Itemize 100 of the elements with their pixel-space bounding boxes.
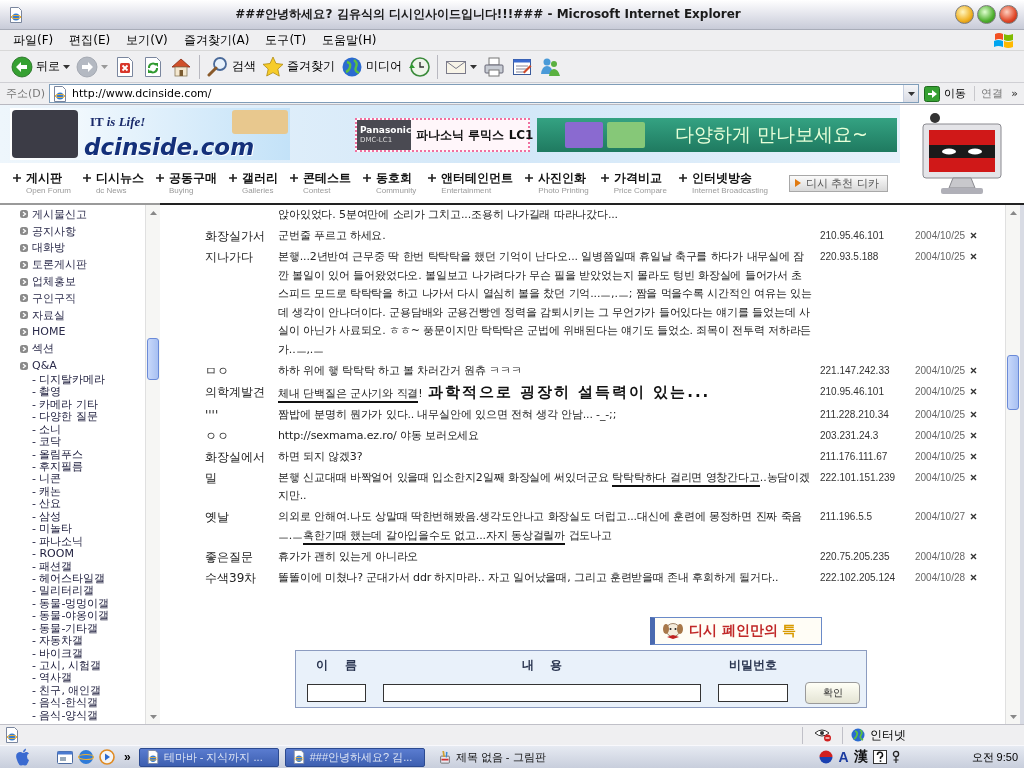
nav-link[interactable]: 사진인화 <box>538 170 589 186</box>
submit-button[interactable]: 확인 <box>805 682 860 704</box>
sidebar-subitem[interactable]: - 역사갤 <box>20 672 145 685</box>
sidebar-subitem[interactable]: - 밀리터리갤 <box>20 585 145 598</box>
nav-link[interactable]: 갤러리 <box>241 170 278 186</box>
media-button[interactable]: 미디어 <box>338 51 405 82</box>
more-button[interactable]: » <box>1009 87 1020 100</box>
sidebar-subitem[interactable]: - 자동차갤 <box>20 635 145 648</box>
maximize-button[interactable] <box>977 5 996 24</box>
menu-item[interactable]: 도움말(H) <box>314 31 385 49</box>
sidebar-item[interactable]: 게시물신고 <box>20 206 145 223</box>
recommend-button[interactable]: 디시 추천 디카 <box>789 174 888 192</box>
sidebar-item[interactable]: Q&A <box>20 357 145 374</box>
sidebar-subitem[interactable]: - 음식-양식갤 <box>20 709 145 723</box>
sidebar-subitem[interactable]: - 패션갤 <box>20 560 145 573</box>
cross-icon[interactable] <box>970 513 977 520</box>
sidebar-subitem[interactable]: - 동물-기타갤 <box>20 622 145 636</box>
more-button[interactable]: » <box>120 750 135 764</box>
menu-item[interactable]: 즐겨찾기(A) <box>175 31 258 49</box>
search-button[interactable]: 검색 <box>204 51 259 82</box>
sidebar-subitem[interactable]: - 동물-멍멍이갤 <box>20 597 145 611</box>
favorites-button[interactable]: 즐겨찾기 <box>259 51 338 82</box>
sidebar-subitem[interactable]: - 고시, 시험갤 <box>20 660 145 673</box>
sidebar-subitem[interactable]: - 소니 <box>20 423 145 437</box>
back-button[interactable]: 뒤로 <box>8 51 73 82</box>
play-icon[interactable] <box>99 749 115 765</box>
female-sign-icon[interactable] <box>891 750 900 764</box>
sidebar-item[interactable]: 토론게시판 <box>20 256 145 274</box>
sidebar-subitem[interactable]: - 파나소닉 <box>20 535 145 549</box>
window-icon[interactable] <box>57 749 73 765</box>
dropdown-button[interactable] <box>903 85 919 102</box>
sidebar-subitem[interactable]: - 음식-한식갤 <box>20 697 145 710</box>
sidebar-subitem[interactable]: - 코닥 <box>20 436 145 449</box>
apple-icon[interactable] <box>15 748 31 766</box>
task-button[interactable]: 테마바 - 지식까지 ... <box>138 747 279 767</box>
sidebar-item[interactable]: 대화방 <box>20 239 145 257</box>
name-input[interactable] <box>307 684 366 702</box>
sidebar-subitem[interactable]: - 후지필름 <box>20 461 145 474</box>
sidebar-subitem[interactable]: - 촬영 <box>20 386 145 399</box>
menu-item[interactable]: 도구(T) <box>257 31 315 49</box>
go-button[interactable]: 이동 <box>919 85 975 102</box>
menu-item[interactable]: 보기(V) <box>118 31 176 49</box>
sidebar-subitem[interactable]: - 미놀타 <box>20 523 145 536</box>
nav-link[interactable]: 가격비교 <box>613 170 667 186</box>
cross-icon[interactable] <box>970 552 977 560</box>
minimize-button[interactable] <box>955 5 974 24</box>
hanja-indicator[interactable]: 漢 <box>853 748 868 766</box>
sidebar-subitem[interactable]: - 디지탈카메라 <box>20 373 145 387</box>
input-mode-indicator[interactable]: A <box>838 749 849 765</box>
nav-link[interactable]: 콘테스트 <box>302 170 351 186</box>
sidebar-item[interactable]: 섹션 <box>20 340 145 358</box>
scroll-thumb[interactable] <box>1007 355 1019 410</box>
address-field[interactable]: http://www.dcinside.com/ <box>49 84 920 103</box>
nav-link[interactable]: 게시판 <box>26 170 71 186</box>
menu-item[interactable]: 파일(F) <box>5 31 62 49</box>
sidebar-subitem[interactable]: - 다양한 질문 <box>20 411 145 424</box>
logo-banner[interactable]: IT is Life! dcinside.com <box>10 108 290 160</box>
sidebar-item[interactable]: 구인구직 <box>20 290 145 307</box>
sidebar-subitem[interactable]: - 삼성 <box>20 510 145 524</box>
sidebar-subitem[interactable]: - 동물-야옹이갤 <box>20 610 145 623</box>
help-icon[interactable] <box>872 750 887 764</box>
cross-icon[interactable] <box>970 387 977 395</box>
content-input[interactable] <box>383 684 701 702</box>
cross-icon[interactable] <box>970 452 977 460</box>
password-input[interactable] <box>718 684 788 702</box>
sidebar-item[interactable]: 자료실 <box>20 306 145 324</box>
close-button[interactable] <box>999 5 1018 24</box>
nav-link[interactable]: 공동구매 <box>168 170 217 186</box>
nav-link[interactable]: 디시뉴스 <box>95 170 144 186</box>
promo-banner[interactable]: 디시 폐인만의 특 <box>650 617 822 645</box>
sidebar-subitem[interactable]: - 올림푸스 <box>20 448 145 462</box>
sidebar-subitem[interactable]: - 산요 <box>20 498 145 511</box>
ad-banner[interactable]: 다양하게 만나보세요~ <box>537 118 897 152</box>
sidebar-item[interactable]: HOME <box>20 323 145 341</box>
sidebar-subitem[interactable]: - 니콘 <box>20 473 145 486</box>
sidebar-subitem[interactable]: - 캐논 <box>20 485 145 499</box>
links-button[interactable]: 연결 <box>974 86 1010 101</box>
sidebar-subitem[interactable]: - 헤어스타일갤 <box>20 572 145 586</box>
cross-icon[interactable] <box>970 253 977 260</box>
sidebar-subitem[interactable]: - 바이크갤 <box>20 647 145 661</box>
sidebar-subitem[interactable]: - ROOM <box>20 548 145 561</box>
eye-icon[interactable] <box>813 728 832 742</box>
sidebar-item[interactable]: 업체홍보 <box>20 273 145 290</box>
cross-icon[interactable] <box>970 232 977 239</box>
menu-item[interactable]: 편집(E) <box>61 31 119 49</box>
sidebar-subitem[interactable]: - 친구, 애인갤 <box>20 684 145 698</box>
nav-link[interactable]: 동호회 <box>375 170 417 186</box>
nav-link[interactable]: 앤터테인먼트 <box>441 170 514 186</box>
cross-icon[interactable] <box>970 573 977 581</box>
scroll-thumb[interactable] <box>147 338 159 380</box>
task-button[interactable]: 제목 없음 - 그림판 <box>430 747 571 767</box>
globe-icon[interactable] <box>78 749 94 765</box>
cross-icon[interactable] <box>970 366 977 374</box>
cross-icon[interactable] <box>970 410 977 418</box>
task-button[interactable]: ###안녕하세요? 김... <box>284 747 425 767</box>
sidebar-item[interactable]: 공지사항 <box>20 222 145 240</box>
sidebar-subitem[interactable]: - 카메라 기타 <box>20 398 145 412</box>
cross-icon[interactable] <box>970 473 977 481</box>
cross-icon[interactable] <box>970 431 977 439</box>
circle-icon[interactable] <box>819 750 834 764</box>
